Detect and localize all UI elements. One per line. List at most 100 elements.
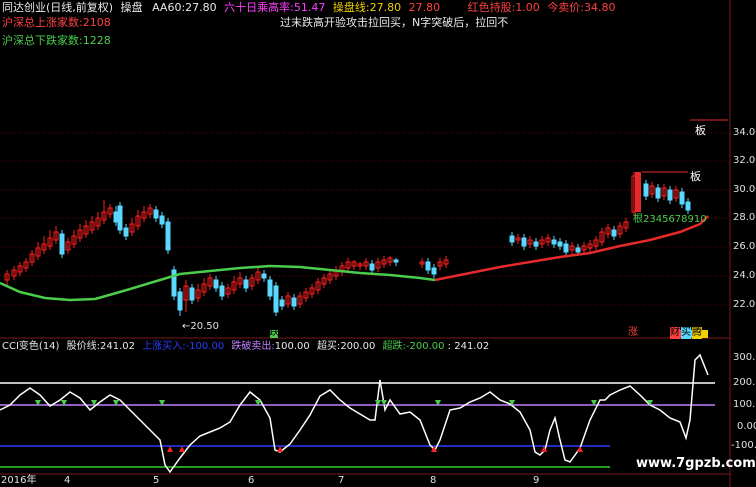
chart-canvas[interactable] xyxy=(0,0,756,487)
candle-body xyxy=(557,241,563,247)
candle-body xyxy=(261,273,267,279)
buy-arrow-icon xyxy=(167,446,173,452)
candle-body xyxy=(393,259,399,263)
buy-value: 34.80 xyxy=(584,1,616,14)
price-tick: 30.00 xyxy=(733,184,756,195)
board-label: 板 xyxy=(690,170,701,183)
low-price-mark: ←20.50 xyxy=(182,321,220,332)
mode-label[interactable]: 操盘 xyxy=(121,1,143,14)
candle-body xyxy=(655,187,661,199)
candle-body xyxy=(643,183,649,197)
candle-body xyxy=(267,279,273,297)
candle-body xyxy=(509,235,515,243)
cci-tick: 300.0 xyxy=(733,352,756,363)
candle-body xyxy=(159,215,165,225)
down-count-label: 沪深总下跌家数: xyxy=(2,34,83,47)
date-label: 2016年 xyxy=(1,475,37,486)
candle-body xyxy=(279,299,285,307)
down-count: 沪深总下跌家数:1228 xyxy=(2,34,111,47)
line60-label: 六十日乘高率: xyxy=(224,1,294,14)
date-label: 4 xyxy=(64,475,71,486)
cci-reference-lines xyxy=(0,382,715,468)
teng-label: 腾 xyxy=(692,327,702,339)
mai-label: 买 xyxy=(681,327,691,339)
strategy-note: 过末跌高开验攻击拉回买，N字突破后，拉回不 xyxy=(280,16,509,29)
current-value: : 241.02 xyxy=(447,341,490,352)
date-label: 8 xyxy=(430,475,437,486)
cao-extra: 27.80 xyxy=(408,1,441,14)
aa60-label: AA60: xyxy=(152,1,186,14)
up-buy-value: -100.00 xyxy=(185,341,225,352)
over-sell-value: -200.00 xyxy=(405,341,445,352)
line60-value: 51.47 xyxy=(293,1,326,14)
candle-body xyxy=(685,201,691,211)
candle-body xyxy=(153,209,159,219)
candle-body xyxy=(113,211,119,223)
price-tick: 32.00 xyxy=(733,155,756,166)
up-buy-label: 上涨买入: xyxy=(142,341,186,352)
cao-label: 操盘线: xyxy=(332,1,370,14)
down-sell-label: 跌破卖出: xyxy=(231,341,275,352)
indicator-header: CCI变色(14) 股价线:241.02 上涨买入:-100.00 跌破卖出:1… xyxy=(2,341,489,353)
candle-body xyxy=(213,279,219,289)
candle-body xyxy=(189,287,195,301)
date-label: 7 xyxy=(338,475,345,486)
candle-body xyxy=(563,243,569,253)
candle-body xyxy=(369,263,375,271)
candle-body xyxy=(533,241,539,247)
date-label: 9 xyxy=(533,475,540,486)
buy-label: 今卖价: xyxy=(547,1,585,14)
cci-tick: 100.0 xyxy=(733,399,756,410)
board-label: 板 xyxy=(695,124,706,137)
up-count-label: 沪深总上涨家数: xyxy=(2,16,83,29)
indicator-name[interactable]: CCI变色(14) xyxy=(2,341,59,352)
zhang-label: 涨 xyxy=(628,327,638,338)
candle-body xyxy=(219,285,225,297)
up-count-value: 2108 xyxy=(82,16,111,29)
price-tick: 24.00 xyxy=(733,270,756,281)
candle-body xyxy=(425,261,431,271)
stock-title[interactable]: 同达创业(日线,前复权) xyxy=(2,1,113,14)
candle-body xyxy=(521,237,527,247)
cai-label: 财 xyxy=(670,327,680,339)
candle-body xyxy=(291,297,297,307)
red-label: 红色持股: xyxy=(467,1,516,14)
over-sell-label: 超跌: xyxy=(382,341,406,352)
candle-body xyxy=(679,191,685,205)
down-count-value: 1228 xyxy=(82,34,111,47)
buy-arrow-icon xyxy=(577,446,583,452)
aa60-value: 27.80 xyxy=(185,1,217,14)
price-tick: 22.00 xyxy=(733,299,756,310)
over-buy-label: 超买: xyxy=(316,341,341,352)
price-tick: 34.00 xyxy=(733,127,756,138)
candle-body xyxy=(171,269,177,297)
buy-arrow-icon xyxy=(179,446,185,452)
cci-tick: 0.00 xyxy=(737,421,756,432)
candle-body xyxy=(273,285,279,313)
candle-body xyxy=(59,233,65,255)
cci-line xyxy=(0,353,709,474)
date-label: 5 xyxy=(153,475,160,486)
candle-body xyxy=(575,247,581,253)
die-label: 跌 xyxy=(269,327,279,338)
candle-body xyxy=(177,291,183,311)
gen-count: 根2345678910 xyxy=(633,214,707,225)
stock-line-label: 股价线: xyxy=(66,341,101,352)
date-label: 6 xyxy=(248,475,255,486)
red-value: 1.00 xyxy=(515,1,540,14)
candle-body xyxy=(431,267,437,275)
cci-tick: 200.0 xyxy=(733,377,756,388)
up-count: 沪深总上涨家数:2108 xyxy=(2,16,111,29)
cci-tick: -100.0 xyxy=(731,440,756,451)
buy-arrow-icon xyxy=(277,446,283,452)
down-sell-value: 100.00 xyxy=(274,341,310,352)
cao-value: 27.80 xyxy=(369,1,402,14)
candle-body xyxy=(117,205,123,231)
over-buy-value: 200.00 xyxy=(340,341,376,352)
candle-body xyxy=(165,221,171,251)
price-tick: 28.00 xyxy=(733,212,756,223)
stock-line-value: 241.02 xyxy=(100,341,136,352)
price-tick: 26.00 xyxy=(733,241,756,252)
candle-body xyxy=(243,279,249,289)
candle-body xyxy=(611,229,617,237)
